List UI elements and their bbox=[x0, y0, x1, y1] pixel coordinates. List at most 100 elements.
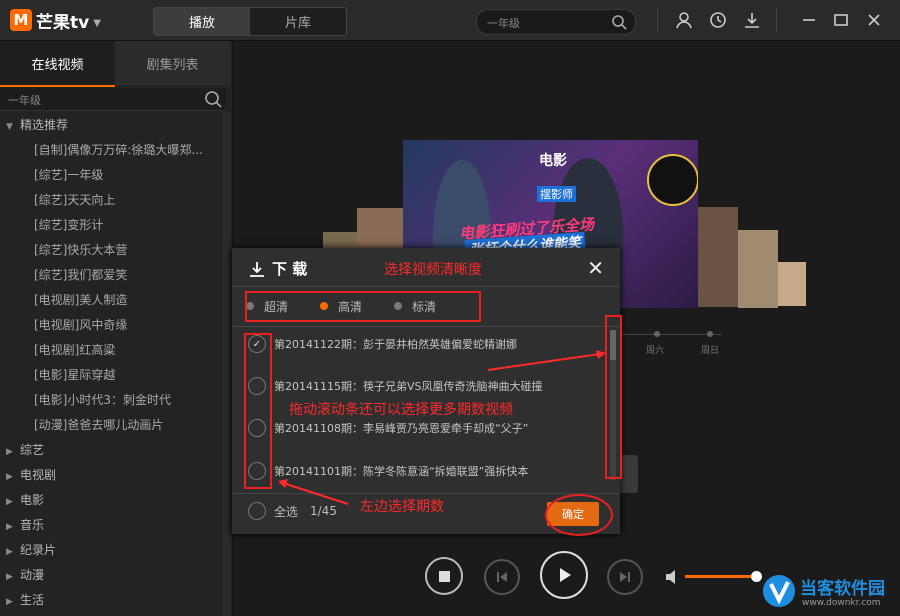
stop-icon bbox=[438, 570, 450, 582]
tree-category-life[interactable]: ▶ 生活 bbox=[0, 588, 222, 613]
annotation-arrow bbox=[278, 479, 349, 505]
tree-item[interactable]: [自制]偶像万万碎:徐璐大曝郑... bbox=[0, 138, 222, 163]
search-icon[interactable] bbox=[204, 90, 222, 108]
carousel-thumbnail[interactable] bbox=[738, 230, 778, 308]
carousel-thumbnail[interactable] bbox=[357, 208, 403, 252]
carousel-side-logo: 电影 bbox=[539, 153, 567, 169]
minimize-icon[interactable] bbox=[800, 11, 818, 29]
category-tree: ▼ 精选推荐 [自制]偶像万万碎:徐璐大曝郑... [综艺]一年级 [综艺]天天向… bbox=[0, 113, 222, 613]
tree-category-tv[interactable]: ▶ 电视剧 bbox=[0, 463, 222, 488]
carousel-side-label: 摆影师 bbox=[537, 186, 576, 202]
divider bbox=[232, 326, 620, 327]
dialog-close-icon[interactable]: ✕ bbox=[587, 256, 604, 280]
carousel-avatar bbox=[647, 154, 698, 206]
user-icon[interactable] bbox=[675, 11, 693, 29]
left-scrollbar[interactable] bbox=[222, 112, 230, 616]
carousel-thumbnail[interactable] bbox=[698, 207, 738, 307]
top-search-input[interactable] bbox=[485, 13, 609, 33]
chevron-right-icon: ▶ bbox=[6, 597, 13, 607]
background-panel bbox=[620, 455, 638, 493]
annotation-arrow bbox=[487, 350, 606, 371]
annotation-box-scrollbar bbox=[605, 315, 622, 479]
left-tabs: 在线视频 剧集列表 bbox=[0, 41, 230, 85]
chevron-right-icon: ▶ bbox=[6, 472, 13, 482]
close-icon[interactable] bbox=[865, 11, 883, 29]
top-search-box bbox=[476, 9, 636, 35]
tree-item[interactable]: [电影]小时代3：刺金时代 bbox=[0, 388, 222, 413]
volume-icon[interactable] bbox=[664, 569, 680, 585]
watermark-url: www.downkr.com bbox=[802, 598, 881, 608]
tree-category-anime[interactable]: ▶ 动漫 bbox=[0, 563, 222, 588]
annotation-scroll: 拖动滚动条还可以选择更多期数视频 bbox=[289, 402, 513, 418]
timeline-dot[interactable] bbox=[654, 331, 660, 337]
tree-item[interactable]: [综艺]我们都爱笑 bbox=[0, 263, 222, 288]
checkbox-circle[interactable] bbox=[248, 502, 266, 520]
tree-item[interactable]: [动漫]爸爸去哪儿动画片 bbox=[0, 413, 222, 438]
left-search-box bbox=[0, 88, 226, 111]
tree-category-music[interactable]: ▶ 音乐 bbox=[0, 513, 222, 538]
tab-online-video[interactable]: 在线视频 bbox=[0, 41, 115, 85]
episode-item[interactable]: 第20141108期：李易峰贾乃亮恩爱牵手却成“父子” bbox=[248, 417, 528, 439]
tree-item[interactable]: [综艺]变形计 bbox=[0, 213, 222, 238]
active-tab-indicator bbox=[0, 85, 115, 87]
chevron-right-icon: ▶ bbox=[6, 572, 13, 582]
tree-item[interactable]: [综艺]天天向上 bbox=[0, 188, 222, 213]
tree-item[interactable]: [电视剧]红高粱 bbox=[0, 338, 222, 363]
next-button[interactable] bbox=[607, 559, 643, 595]
chevron-right-icon: ▶ bbox=[6, 522, 13, 532]
app-logo[interactable]: M 芒果tv ▼ bbox=[10, 8, 101, 33]
tree-category-movie[interactable]: ▶ 电影 bbox=[0, 488, 222, 513]
chevron-down-icon: ▼ bbox=[6, 122, 13, 132]
divider bbox=[232, 286, 620, 287]
watermark-text: 当客软件园 bbox=[800, 579, 885, 599]
chevron-down-icon[interactable]: ▼ bbox=[93, 18, 101, 29]
app-name: 芒果tv bbox=[36, 12, 90, 33]
tree-item[interactable]: [电视剧]风中奇缘 bbox=[0, 313, 222, 338]
volume-slider[interactable] bbox=[685, 575, 757, 578]
dialog-title: 下 载 bbox=[248, 258, 307, 279]
annotation-left: 左边选择期数 bbox=[360, 499, 444, 515]
tab-play[interactable]: 播放 bbox=[154, 8, 250, 35]
episode-item[interactable]: 第20141115期：筷子兄弟VS凤凰传奇洗脑神曲大碰撞 bbox=[248, 375, 543, 397]
tree-item[interactable]: [综艺]一年级 bbox=[0, 163, 222, 188]
previous-button[interactable] bbox=[484, 559, 520, 595]
title-bar bbox=[0, 0, 900, 41]
history-icon[interactable] bbox=[709, 11, 727, 29]
watermark-logo-icon bbox=[763, 575, 795, 607]
tree-category-variety[interactable]: ▶ 综艺 bbox=[0, 438, 222, 463]
play-icon bbox=[560, 568, 571, 582]
search-icon[interactable] bbox=[611, 14, 627, 30]
carousel-thumbnail[interactable] bbox=[778, 262, 806, 306]
tree-category-documentary[interactable]: ▶ 纪录片 bbox=[0, 538, 222, 563]
tree-item[interactable]: [综艺]快乐大本营 bbox=[0, 238, 222, 263]
divider bbox=[776, 8, 777, 32]
tab-library[interactable]: 片库 bbox=[250, 8, 346, 35]
tab-episode-list[interactable]: 剧集列表 bbox=[115, 41, 230, 85]
skip-next-icon bbox=[620, 572, 630, 582]
tree-item[interactable]: [电影]星际穿越 bbox=[0, 363, 222, 388]
chevron-right-icon: ▶ bbox=[6, 447, 13, 457]
skip-previous-icon bbox=[497, 572, 507, 582]
timeline-label: 周六 bbox=[646, 346, 665, 356]
tree-item[interactable]: [电视剧]美人制造 bbox=[0, 288, 222, 313]
download-icon[interactable] bbox=[743, 11, 761, 29]
chevron-right-icon: ▶ bbox=[6, 547, 13, 557]
mango-logo-icon: M bbox=[10, 9, 32, 31]
annotation-box-quality bbox=[245, 291, 481, 322]
episode-item[interactable]: ✓ 第20141122期：彭于晏井柏然英雄偏爱蛇精谢娜 bbox=[248, 333, 517, 355]
timeline-dot[interactable] bbox=[707, 331, 713, 337]
annotation-box-checkboxes bbox=[244, 333, 272, 489]
annotation-circle-confirm bbox=[545, 494, 613, 536]
timeline-line bbox=[612, 334, 722, 335]
maximize-icon[interactable] bbox=[832, 11, 850, 29]
watermark-logo: 当客软件园 www.downkr.com bbox=[760, 572, 900, 616]
download-icon bbox=[250, 261, 264, 277]
tree-category-featured[interactable]: ▼ 精选推荐 bbox=[0, 113, 222, 138]
left-search-input[interactable] bbox=[6, 91, 190, 109]
annotation-quality: 选择视频清晰度 bbox=[384, 262, 482, 278]
timeline-label: 周日 bbox=[701, 346, 720, 356]
stop-button[interactable] bbox=[425, 557, 463, 595]
play-button[interactable] bbox=[540, 551, 588, 599]
main-tabs: 播放 片库 bbox=[153, 7, 347, 36]
divider bbox=[657, 8, 658, 32]
